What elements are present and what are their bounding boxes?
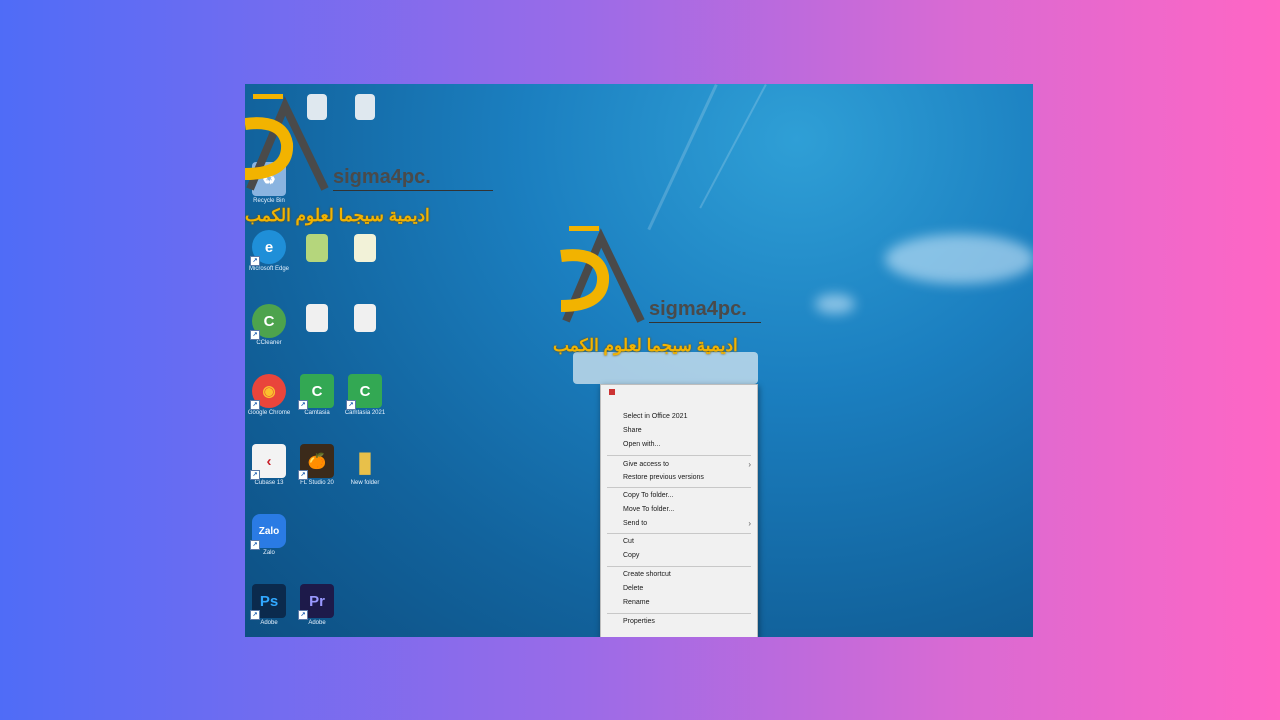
chrome-icon: ◉ ↗	[250, 374, 286, 410]
menu-item-share[interactable]: Share	[623, 426, 642, 436]
menu-separator	[607, 533, 751, 534]
icon-label: Adobe	[260, 620, 278, 626]
icon-label: Zalo	[263, 550, 275, 556]
edge-icon: e ↗	[250, 230, 286, 266]
icon-label: New folder	[350, 480, 380, 486]
sigma-logo-icon	[245, 94, 329, 191]
desktop-icon-cubase[interactable]: ‹ ↗ Cubase 13	[247, 444, 291, 487]
light-ray	[647, 84, 718, 231]
icon-label: Camtasia	[304, 410, 330, 416]
photoshop-icon: Ps ↗	[250, 584, 286, 620]
desktop-icon-new-folder[interactable]: ▮ New folder	[343, 444, 387, 487]
desktop-icon-fl-studio[interactable]: 🍊 ↗ FL Studio 20	[295, 444, 339, 487]
watermark-underline	[333, 190, 493, 191]
icon-label: Camtasia 2021	[344, 410, 386, 416]
menu-item-create-shortcut[interactable]: Create shortcut	[623, 570, 671, 580]
icon-label: FL Studio 20	[300, 480, 334, 486]
water-foam	[885, 234, 1033, 284]
menu-item-copy[interactable]: Copy	[623, 551, 639, 561]
watermark-site-text: sigma4pc.	[649, 298, 747, 320]
watermark-arabic-text: اديمية سيجما لعلوم الكمب	[245, 206, 430, 225]
desktop-icon-photoshop[interactable]: Ps ↗ Adobe	[247, 584, 291, 627]
chevron-right-icon: ›	[748, 519, 751, 528]
menu-item-cut[interactable]: Cut	[623, 537, 634, 547]
menu-item-move-to-folder[interactable]: Move To folder...	[623, 505, 674, 515]
watermark-center: sigma4pc. اديمية سيجما لعلوم الكمب	[553, 226, 813, 366]
watermark-arabic-text: اديمية سيجما لعلوم الكمب	[553, 336, 738, 355]
desktop-icon-chrome[interactable]: ◉ ↗ Google Chrome	[247, 374, 291, 417]
icon-label: Microsoft Edge	[248, 266, 290, 272]
menu-separator	[607, 455, 751, 456]
desktop-icon-ccleaner[interactable]: C ↗ CCleaner	[247, 304, 291, 347]
menu-separator	[607, 487, 751, 488]
premiere-icon: Pr ↗	[298, 584, 334, 620]
menu-item-restore-versions[interactable]: Restore previous versions	[623, 473, 704, 483]
water-foam	[815, 294, 855, 314]
menu-item-delete[interactable]: Delete	[623, 584, 643, 594]
file-icon	[306, 304, 328, 332]
desktop-file[interactable]	[295, 304, 339, 334]
desktop-file[interactable]	[343, 234, 387, 264]
ccleaner-icon: C ↗	[250, 304, 286, 340]
desktop-file[interactable]	[295, 234, 339, 264]
desktop-icon-edge[interactable]: e ↗ Microsoft Edge	[247, 230, 291, 273]
watermark-top-left: sigma4pc. اديمية سيجما لعلوم الكمب	[245, 94, 505, 234]
chevron-right-icon: ›	[748, 460, 751, 469]
icon-label: CCleaner	[256, 340, 282, 346]
fl-studio-icon: 🍊 ↗	[298, 444, 334, 480]
camtasia-icon: C ↗	[346, 374, 382, 410]
icon-label: Adobe	[308, 620, 326, 626]
menu-item-select-in-office[interactable]: Select in Office 2021	[623, 412, 687, 422]
desktop-screenshot: ♻ Recycle Bin e ↗ Microsoft Edge C ↗ CClea…	[245, 84, 1033, 637]
menu-item-open-with[interactable]: Open with...	[623, 440, 660, 450]
menu-item-send-to[interactable]: Send to	[623, 519, 647, 529]
file-icon	[354, 304, 376, 332]
menu-separator	[607, 613, 751, 614]
zalo-icon: Zalo ↗	[250, 514, 286, 550]
file-icon	[354, 234, 376, 262]
context-menu: Select in Office 2021 Share Open with...…	[600, 384, 758, 637]
sigma-logo-icon	[560, 226, 645, 323]
desktop-icon-camtasia[interactable]: C ↗ Camtasia	[295, 374, 339, 417]
menu-separator	[607, 566, 751, 567]
desktop-icon-zalo[interactable]: Zalo ↗ Zalo	[247, 514, 291, 557]
folder-icon: ▮	[357, 445, 373, 477]
icon-label: Google Chrome	[247, 410, 291, 416]
menu-item-give-access[interactable]: Give access to	[623, 460, 669, 470]
menu-item-rename[interactable]: Rename	[623, 598, 649, 608]
camtasia-icon: C ↗	[298, 374, 334, 410]
desktop-file[interactable]	[343, 304, 387, 334]
desktop-icon-camtasia-2021[interactable]: C ↗ Camtasia 2021	[343, 374, 387, 417]
menu-item-properties[interactable]: Properties	[623, 617, 655, 627]
watermark-site-text: sigma4pc.	[333, 166, 431, 188]
icon-label: Cubase 13	[254, 480, 284, 486]
office-icon	[609, 389, 615, 395]
menu-item-copy-to-folder[interactable]: Copy To folder...	[623, 491, 673, 501]
watermark-underline	[649, 322, 761, 323]
cubase-icon: ‹ ↗	[250, 444, 286, 480]
desktop-icon-premiere[interactable]: Pr ↗ Adobe	[295, 584, 339, 627]
file-icon	[306, 234, 328, 262]
